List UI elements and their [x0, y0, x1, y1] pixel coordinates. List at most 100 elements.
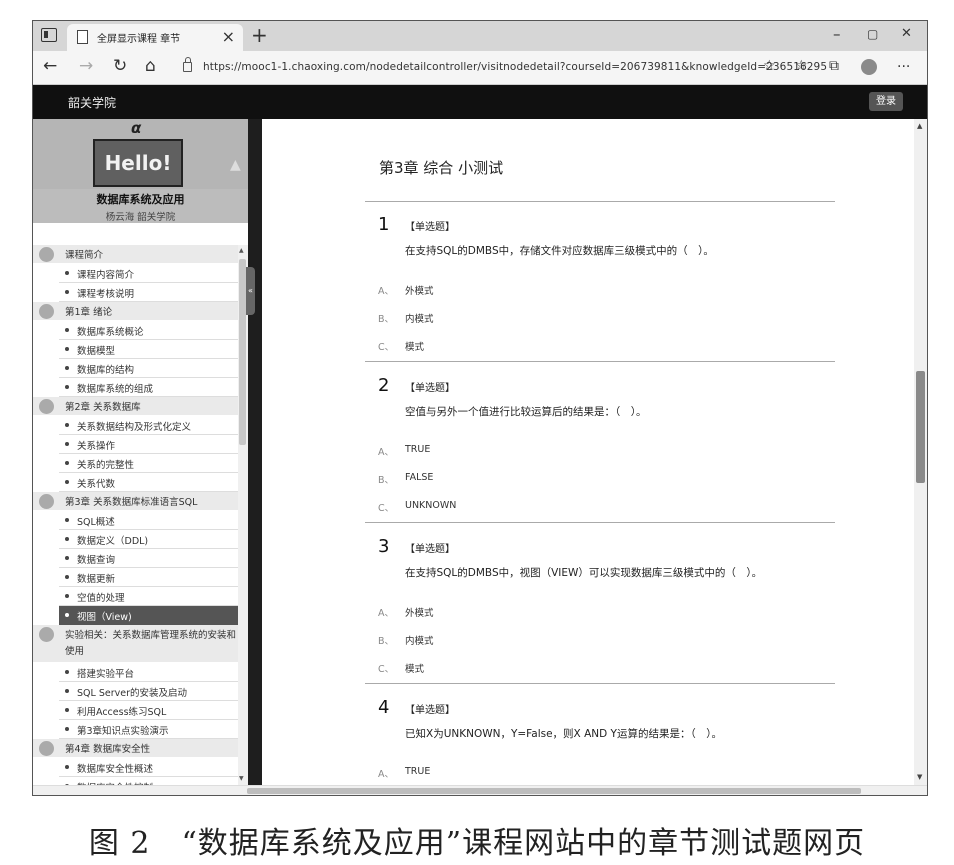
option-letter: C、 [378, 503, 395, 514]
scroll-up-icon[interactable]: ▲ [917, 122, 922, 130]
menu-icon[interactable]: ··· [897, 59, 910, 75]
section-item[interactable]: 空值的处理 [59, 587, 238, 606]
chapter-item[interactable]: 第3章 关系数据库标准语言SQL [33, 492, 238, 511]
address-bar: ← → ↻ ⌂ https://mooc1-1.chaoxing.com/nod… [33, 51, 927, 85]
section-item[interactable]: 搭建实验平台 [59, 663, 238, 682]
sidebar-scroll-thumb[interactable] [239, 259, 246, 445]
answer-option[interactable]: C、 模式 [378, 659, 798, 679]
section-item[interactable]: 关系操作 [59, 435, 238, 454]
horizontal-scrollbar[interactable] [33, 785, 927, 795]
bullet-icon [65, 765, 69, 769]
chapter-label: 第3章 关系数据库标准语言SQL [65, 497, 198, 508]
chapter-item[interactable]: 第1章 绪论 [33, 302, 238, 321]
question-stem: 在支持SQL的DMBS中，视图（VIEW）可以实现数据库三级模式中的（ ）。 [405, 567, 763, 579]
question-number: 2 [378, 375, 390, 396]
banner-alpha-glyph: α [131, 119, 142, 137]
section-item[interactable]: 视图（View) [59, 606, 238, 625]
browser-tab[interactable]: 全屏显示课程 章节 × [67, 24, 243, 51]
question-item: 4 【单选题】 已知X为UNKNOWN，Y=False，则X AND Y运算的结果是… [365, 685, 835, 785]
chapter-list: 课程简介 课程内容简介 课程考核说明 第1章 绪论 数据库系统概论 数据模型 数据库的结构数… [33, 245, 238, 785]
chapter-item[interactable]: 实验相关：关系数据库管理系统的安装和使用 [33, 625, 238, 663]
section-label: SQL Server的安装及启动 [77, 688, 187, 699]
answer-option[interactable]: A、 TRUE [378, 442, 798, 462]
minimize-button[interactable]: – [833, 25, 841, 43]
main-scroll-thumb[interactable] [916, 371, 925, 483]
profile-avatar[interactable] [861, 59, 877, 75]
section-label: 关系操作 [77, 441, 116, 452]
chapter-item[interactable]: 第4章 数据库安全性 [33, 739, 238, 758]
back-icon[interactable]: ← [43, 56, 57, 76]
collections-icon[interactable]: ⧉ [829, 58, 839, 74]
close-window-button[interactable]: ✕ [901, 26, 912, 41]
course-sidebar: α Hello! ▲ 数据库系统及应用 杨云海 韶关学院 课程简介 课程内容简介课… [33, 119, 248, 785]
option-text: 模式 [405, 342, 425, 353]
section-label: 关系数据结构及形式化定义 [77, 422, 192, 433]
bullet-icon [65, 461, 69, 465]
section-label: 数据库安全性概述 [77, 764, 154, 775]
bullet-icon [65, 442, 69, 446]
section-item[interactable]: 数据模型 [59, 340, 238, 359]
tab-strip: 全屏显示课程 章节 × + – ▢ ✕ [33, 21, 927, 51]
answer-option[interactable]: B、 内模式 [378, 631, 798, 651]
login-button[interactable]: 登录 [869, 92, 903, 111]
section-item[interactable]: 关系代数 [59, 473, 238, 492]
url-field[interactable]: https://mooc1-1.chaoxing.com/nodedetailc… [203, 61, 827, 73]
scroll-up-icon[interactable]: ▲ [239, 247, 244, 254]
answer-option[interactable]: B、 FALSE [378, 470, 798, 490]
lock-icon[interactable] [183, 57, 192, 72]
course-title-block: 数据库系统及应用 杨云海 韶关学院 [33, 189, 248, 223]
question-number: 4 [378, 697, 390, 718]
section-item[interactable]: 利用Access练习SQL [59, 701, 238, 720]
bullet-icon [65, 556, 69, 560]
section-item[interactable]: SQL概述 [59, 511, 238, 530]
bullet-icon [65, 423, 69, 427]
section-item[interactable]: 第3章知识点实验演示 [59, 720, 238, 739]
section-item[interactable]: 数据库安全性概述 [59, 758, 238, 777]
question-item: 3 【单选题】 在支持SQL的DMBS中，视图（VIEW）可以实现数据库三级模式中的… [365, 524, 835, 684]
tab-close-icon[interactable]: × [222, 27, 235, 46]
maximize-button[interactable]: ▢ [867, 27, 878, 41]
home-icon[interactable]: ⌂ [145, 56, 156, 76]
answer-option[interactable]: C、 UNKNOWN [378, 498, 798, 518]
section-item[interactable]: 数据更新 [59, 568, 238, 587]
chapter-label: 课程简介 [65, 250, 104, 261]
forward-icon[interactable]: → [79, 56, 93, 76]
section-label: SQL概述 [77, 517, 115, 528]
scroll-down-icon[interactable]: ▼ [239, 775, 244, 782]
answer-option[interactable]: A、 外模式 [378, 281, 798, 301]
chapter-item[interactable]: 第2章 关系数据库 [33, 397, 238, 416]
chapter-item[interactable]: 课程简介 [33, 245, 238, 264]
new-tab-button[interactable]: + [251, 23, 268, 47]
section-item[interactable]: 数据查询 [59, 549, 238, 568]
answer-option[interactable]: C、 模式 [378, 337, 798, 357]
section-item[interactable]: 数据库系统的组成 [59, 378, 238, 397]
answer-option[interactable]: A、 TRUE [378, 764, 798, 784]
section-item[interactable]: 关系的完整性 [59, 454, 238, 473]
answer-option[interactable]: B、 内模式 [378, 309, 798, 329]
section-label: 数据模型 [77, 346, 116, 357]
section-item[interactable]: 数据库系统概论 [59, 321, 238, 340]
section-item[interactable]: 数据定义（DDL) [59, 530, 238, 549]
horizontal-scroll-thumb[interactable] [247, 788, 861, 794]
site-name[interactable]: 韶关学院 [68, 94, 116, 111]
favorites-list-icon[interactable]: ☆ [795, 58, 808, 74]
section-item[interactable]: 课程考核说明 [59, 283, 238, 302]
scroll-down-icon[interactable]: ▼ [917, 773, 922, 781]
bullet-icon [65, 727, 69, 731]
section-item[interactable]: 课程内容简介 [59, 264, 238, 283]
favorite-star-icon[interactable]: ☆ [763, 58, 776, 74]
section-item[interactable]: 数据库安全性控制 [59, 777, 238, 785]
refresh-icon[interactable]: ↻ [113, 56, 127, 76]
section-item[interactable]: 关系数据结构及形式化定义 [59, 416, 238, 435]
tab-actions-icon[interactable] [41, 28, 57, 42]
content-area: α Hello! ▲ 数据库系统及应用 杨云海 韶关学院 课程简介 课程内容简介课… [33, 119, 927, 785]
question-type: 【单选题】 [405, 705, 455, 716]
bullet-icon [65, 328, 69, 332]
bullet-icon [65, 385, 69, 389]
option-letter: B、 [378, 314, 395, 325]
sidebar-collapse-button[interactable]: « [246, 267, 255, 315]
section-item[interactable]: SQL Server的安装及启动 [59, 682, 238, 701]
answer-option[interactable]: A、 外模式 [378, 603, 798, 623]
section-item[interactable]: 数据库的结构 [59, 359, 238, 378]
section-label: 关系代数 [77, 479, 116, 490]
